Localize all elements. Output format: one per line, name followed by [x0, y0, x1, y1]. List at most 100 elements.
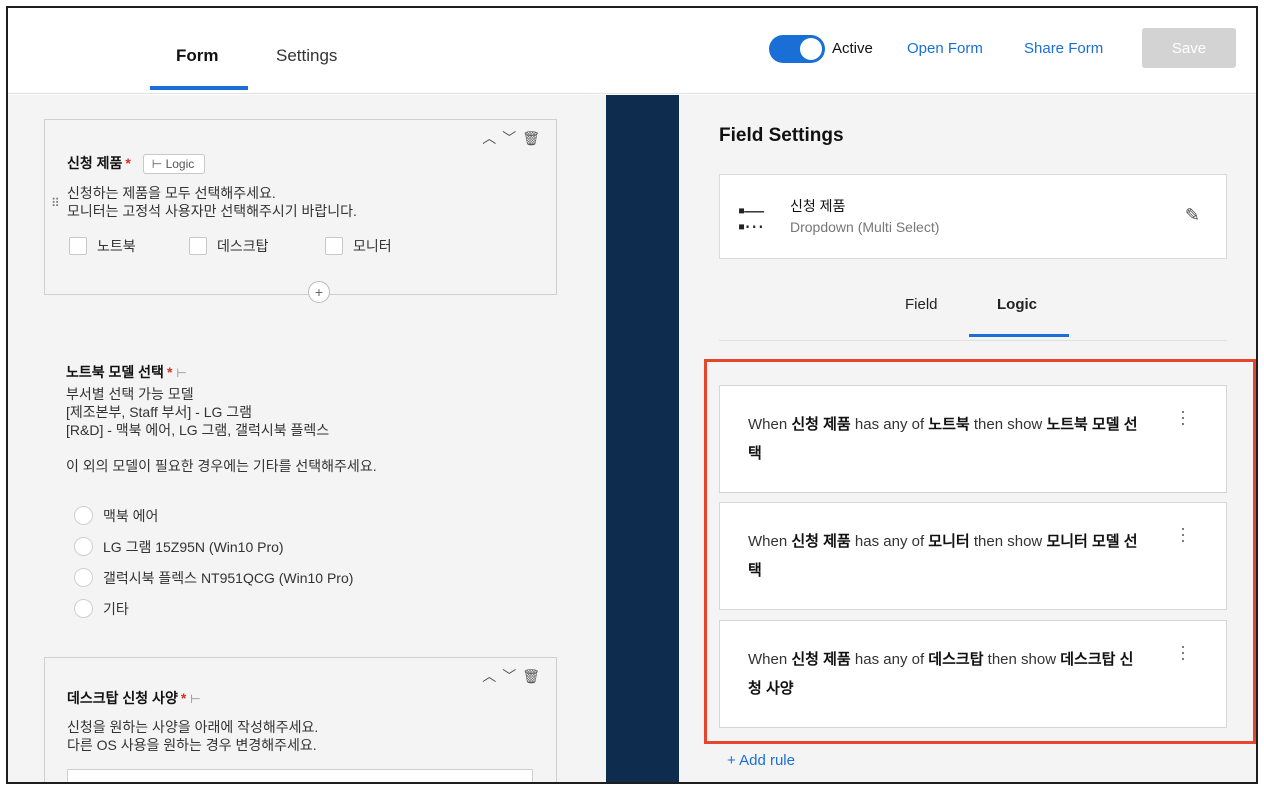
save-button[interactable]: Save — [1142, 28, 1236, 68]
field-settings-title: Field Settings — [719, 125, 844, 146]
share-form-link[interactable]: Share Form — [1024, 40, 1103, 57]
tab-logic[interactable]: Logic — [997, 296, 1037, 313]
tab-divider — [719, 340, 1227, 341]
add-field-plus-icon[interactable]: + — [308, 281, 330, 303]
question-title: 신청 제품 * ⊢ Logic — [67, 153, 206, 175]
field-name: 신청 제품 — [790, 198, 846, 214]
drag-handle-icon[interactable]: ⠿ — [51, 196, 60, 210]
question-description: 신청하는 제품을 모두 선택해주세요. 모니터는 고정석 사용자만 선택해주시기… — [67, 185, 357, 219]
tab-form[interactable]: Form — [176, 46, 219, 66]
rule-value: 데스크탑 — [928, 651, 984, 668]
pencil-icon[interactable]: ✎ — [1185, 205, 1200, 226]
active-tab-indicator — [150, 86, 248, 90]
option-label: 맥북 에어 — [103, 507, 159, 524]
checkbox-option-monitor[interactable]: 모니터 — [325, 236, 392, 256]
rule-text: When 신청 제품 has any of 모니터 then show 모니터 … — [748, 527, 1138, 585]
chevron-down-icon[interactable]: ﹀ — [502, 130, 522, 146]
radio-option[interactable]: 맥북 에어 — [74, 500, 353, 531]
radio-circle[interactable] — [74, 506, 93, 525]
radio-circle[interactable] — [74, 568, 93, 587]
radio-circle[interactable] — [74, 537, 93, 556]
logic-rule[interactable]: When 신청 제품 has any of 모니터 then show 모니터 … — [719, 502, 1227, 610]
trash-icon[interactable]: 🗑 — [522, 668, 546, 684]
app-frame: Form Settings Active Open Form Share For… — [6, 6, 1258, 784]
rule-word: then show — [973, 416, 1043, 433]
checkbox-option-desktop[interactable]: 데스크탑 — [189, 236, 269, 256]
tab-settings[interactable]: Settings — [276, 46, 337, 66]
rule-text: When 신청 제품 has any of 노트북 then show 노트북 … — [748, 410, 1138, 468]
panel-divider — [606, 95, 679, 782]
checkbox[interactable] — [69, 237, 87, 255]
rule-word: then show — [987, 651, 1057, 668]
question-description-desktop: 신청을 원하는 사양을 아래에 작성해주세요. 다른 OS 사용을 원하는 경우… — [67, 719, 319, 753]
logic-icon: ⊢ — [190, 692, 201, 706]
chevron-up-icon[interactable]: ︿ — [482, 130, 502, 146]
rule-word: When — [748, 651, 788, 668]
field-type: Dropdown (Multi Select) — [790, 219, 940, 235]
logic-rule[interactable]: When 신청 제품 has any of 데스크탑 then show 데스크… — [719, 620, 1227, 728]
question-card-desktop-spec[interactable]: ︿﹀🗑 데스크탑 신청 사양 * ⊢ 신청을 원하는 사양을 아래에 작성해주세요.… — [44, 657, 557, 782]
rule-value: 모니터 — [928, 533, 970, 550]
option-label: 기타 — [103, 600, 129, 617]
rule-word: has any of — [854, 533, 925, 550]
checkbox[interactable] — [325, 237, 343, 255]
toggle-knob — [800, 38, 822, 60]
kebab-menu-icon[interactable]: · · · — [1180, 402, 1186, 432]
logic-icon: ⊢ — [176, 366, 187, 380]
required-asterisk: * — [180, 690, 187, 706]
kebab-menu-icon[interactable]: · · · — [1180, 519, 1186, 549]
checkbox-option-laptop[interactable]: 노트북 — [69, 236, 136, 256]
active-toggle[interactable] — [769, 35, 825, 63]
rule-text: When 신청 제품 has any of 데스크탑 then show 데스크… — [748, 645, 1138, 703]
required-asterisk: * — [166, 364, 173, 380]
question-card-products[interactable]: ︿﹀🗑 ⠿ 신청 제품 * ⊢ Logic 신청하는 제품을 모두 선택해주세요.… — [44, 119, 557, 303]
open-form-link[interactable]: Open Form — [907, 40, 983, 57]
question-description-laptop: 부서별 선택 가능 모델 [제조본부, Staff 부서] - LG 그램 [R… — [66, 386, 377, 474]
rule-word: has any of — [854, 416, 925, 433]
tab-field[interactable]: Field — [905, 296, 938, 313]
rule-word: When — [748, 416, 788, 433]
add-rule-link[interactable]: + Add rule — [727, 752, 795, 769]
rule-field: 신청 제품 — [791, 416, 851, 433]
radio-options-laptop: 맥북 에어 LG 그램 15Z95N (Win10 Pro) 갤럭시북 플렉스 … — [74, 500, 353, 624]
active-label: Active — [832, 40, 873, 57]
card-tools: ︿﹀🗑 — [482, 666, 546, 686]
question-title-desktop: 데스크탑 신청 사양 * ⊢ — [67, 688, 201, 708]
top-header: Form Settings Active Open Form Share For… — [8, 8, 1256, 94]
trash-icon[interactable]: 🗑 — [522, 130, 546, 146]
checkbox-options: 노트북 데스크탑 모니터 — [69, 236, 529, 258]
radio-option[interactable]: 갤럭시북 플렉스 NT951QCG (Win10 Pro) — [74, 562, 353, 593]
question-title-text: 신청 제품 — [67, 155, 123, 171]
chevron-down-icon[interactable]: ﹀ — [502, 668, 522, 684]
field-settings-panel: Field Settings ▪— ▪⋯ 신청 제품 Dropdown (Mult… — [679, 95, 1256, 782]
rule-field: 신청 제품 — [791, 651, 851, 668]
option-label: 모니터 — [353, 238, 392, 254]
radio-option[interactable]: 기타 — [74, 593, 353, 624]
logic-rule[interactable]: When 신청 제품 has any of 노트북 then show 노트북 … — [719, 385, 1227, 493]
option-label: 데스크탑 — [217, 238, 269, 254]
selected-field-card: ▪— ▪⋯ 신청 제품 Dropdown (Multi Select) ✎ — [719, 174, 1227, 259]
kebab-menu-icon[interactable]: · · · — [1180, 637, 1186, 667]
rule-word: When — [748, 533, 788, 550]
active-subtab-indicator — [969, 334, 1069, 337]
radio-option[interactable]: LG 그램 15Z95N (Win10 Pro) — [74, 531, 353, 562]
rule-field: 신청 제품 — [791, 533, 851, 550]
option-label: LG 그램 15Z95N (Win10 Pro) — [103, 538, 284, 555]
option-label: 노트북 — [97, 238, 136, 254]
radio-circle[interactable] — [74, 599, 93, 618]
question-title-text: 데스크탑 신청 사양 — [67, 690, 178, 706]
checkbox[interactable] — [189, 237, 207, 255]
chevron-up-icon[interactable]: ︿ — [482, 668, 502, 684]
required-asterisk: * — [125, 155, 131, 171]
desktop-spec-input[interactable] — [67, 769, 533, 782]
logic-chip-label: Logic — [165, 157, 195, 172]
form-editor-panel: ︿﹀🗑 ⠿ 신청 제품 * ⊢ Logic 신청하는 제품을 모두 선택해주세요.… — [8, 95, 606, 782]
question-title-text: 노트북 모델 선택 — [66, 364, 164, 380]
logic-icon: ⊢ — [151, 157, 163, 172]
logic-chip[interactable]: ⊢ Logic — [142, 154, 206, 175]
dropdown-list-icon: ▪— ▪⋯ — [738, 200, 764, 238]
rule-word: then show — [973, 533, 1043, 550]
question-title-laptop: 노트북 모델 선택 * ⊢ — [66, 362, 187, 382]
option-label: 갤럭시북 플렉스 NT951QCG (Win10 Pro) — [103, 569, 354, 586]
rule-value: 노트북 — [928, 416, 970, 433]
